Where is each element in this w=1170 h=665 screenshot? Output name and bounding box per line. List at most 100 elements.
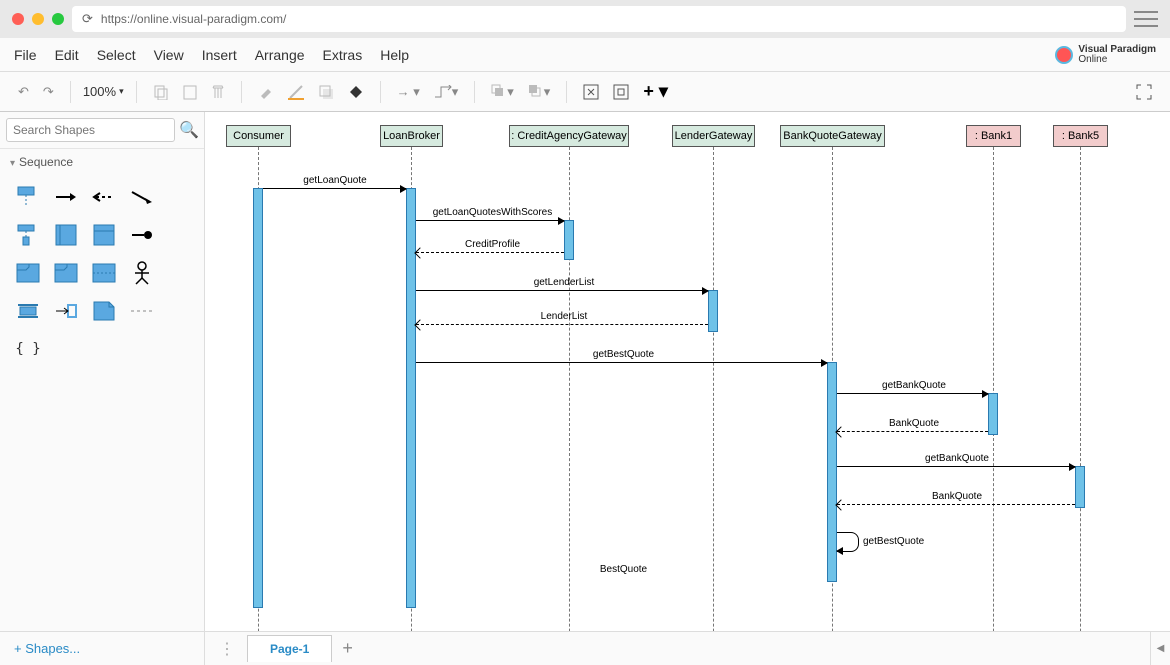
msg-label[interactable]: getLoanQuote [265,175,405,186]
style-icon[interactable] [344,82,368,102]
address-bar[interactable]: ⟳ https://online.visual-paradigm.com/ [72,6,1126,32]
msg-label[interactable]: getLenderList [420,277,708,288]
menu-extras[interactable]: Extras [323,47,363,63]
brand-logo[interactable]: Visual Paradigm Online [1055,45,1156,65]
menu-help[interactable]: Help [380,47,409,63]
msg-self-call[interactable] [837,532,859,552]
menu-bar: File Edit Select View Insert Arrange Ext… [0,38,1170,72]
fit-window-icon[interactable] [609,82,633,102]
palette-actor-icon[interactable] [126,257,158,289]
palette-lifeline-icon[interactable] [12,181,44,213]
activation-bank1[interactable] [988,393,998,435]
lifeline-bank1[interactable]: : Bank1 [966,125,1021,147]
msg-arrow[interactable] [416,324,708,325]
activation-consumer[interactable] [253,188,263,608]
msg-label[interactable]: getLoanQuotesWithScores [420,207,565,218]
drag-handle-icon[interactable]: ⋮ [213,639,241,659]
msg-arrow[interactable] [837,431,988,432]
menu-insert[interactable]: Insert [202,47,237,63]
shadow-icon[interactable] [314,82,338,102]
palette-continuation-icon[interactable] [126,295,158,327]
palette-activation-icon[interactable] [12,219,44,251]
menu-arrange[interactable]: Arrange [255,47,305,63]
palette-return-icon[interactable] [88,181,120,213]
search-input[interactable] [6,118,175,142]
redo-icon[interactable]: ↷ [39,82,58,102]
activation-bank5[interactable] [1075,466,1085,508]
connection-icon[interactable]: → ▾ [393,82,424,102]
reload-icon[interactable]: ⟳ [82,11,93,27]
menu-edit[interactable]: Edit [55,47,79,63]
msg-label[interactable]: getBestQuote [420,349,827,360]
lifeline-consumer[interactable]: Consumer [226,125,291,147]
lifeline-bank5[interactable]: : Bank5 [1053,125,1108,147]
tofront-icon[interactable]: ▾ [487,82,518,102]
copy-icon[interactable] [149,82,173,102]
msg-arrow[interactable] [416,220,564,221]
msg-label[interactable]: BestQuote [420,564,827,575]
more-shapes-button[interactable]: + Shapes... [0,641,80,656]
palette-note-icon[interactable] [88,295,120,327]
palette-frame1-icon[interactable] [50,219,82,251]
fill-color-icon[interactable] [254,82,278,102]
fit-page-icon[interactable] [579,82,603,102]
palette-ref-icon[interactable] [12,257,44,289]
msg-label[interactable]: getBankQuote [839,453,1075,464]
palette-opt-icon[interactable] [50,257,82,289]
msg-arrow[interactable] [837,504,1075,505]
msg-label[interactable]: getBankQuote [839,380,989,391]
menu-view[interactable]: View [154,47,184,63]
line-color-icon[interactable] [284,82,308,102]
palette-message-icon[interactable] [50,181,82,213]
lifeline-lender[interactable]: LenderGateway [672,125,755,147]
maximize-window-icon[interactable] [52,13,64,25]
msg-arrow[interactable] [416,362,827,363]
lifeline-bankquote[interactable]: BankQuoteGateway [780,125,885,147]
category-header-sequence[interactable]: Sequence [0,149,204,175]
zoom-select[interactable]: 100% ▾ [83,84,124,99]
undo-icon[interactable]: ↶ [14,82,33,102]
msg-arrow[interactable] [837,466,1075,467]
palette-concurrent-icon[interactable] [12,295,44,327]
palette-constraint-icon[interactable]: { } [12,333,44,365]
msg-arrow[interactable] [416,290,708,291]
minimize-window-icon[interactable] [32,13,44,25]
insert-icon[interactable]: + ▾ [639,79,672,104]
msg-label[interactable]: BankQuote [839,491,1075,502]
lifeline-credit[interactable]: : CreditAgencyGateway [509,125,629,147]
palette-found-icon[interactable] [126,181,158,213]
msg-arrow[interactable] [263,188,406,189]
separator [136,81,137,103]
msg-label[interactable]: BankQuote [839,418,989,429]
menu-select[interactable]: Select [97,47,136,63]
search-icon[interactable]: 🔍 [179,120,199,140]
menu-file[interactable]: File [14,47,37,63]
search-row: 🔍 ⋮ [0,112,204,149]
msg-arrow[interactable] [416,252,564,253]
activation-credit[interactable] [564,220,574,260]
waypoints-icon[interactable]: ▾ [430,82,463,102]
brand-badge-icon [1055,46,1073,64]
msg-label[interactable]: CreditProfile [420,239,565,250]
activation-lender[interactable] [708,290,718,332]
tab-page-1[interactable]: Page-1 [247,635,332,662]
msg-label[interactable]: LenderList [420,311,708,322]
browser-menu-icon[interactable] [1134,9,1158,29]
palette-endpoint-icon[interactable] [126,219,158,251]
paste-icon[interactable] [179,82,201,102]
palette-gate-icon[interactable] [50,295,82,327]
collapse-right-panel-icon[interactable]: ◀ [1150,632,1170,665]
lifeline-loanbroker[interactable]: LoanBroker [380,125,443,147]
palette-frame2-icon[interactable] [88,219,120,251]
separator [474,81,475,103]
msg-arrow[interactable] [837,393,988,394]
add-page-button[interactable]: + [342,638,353,659]
close-window-icon[interactable] [12,13,24,25]
msg-label[interactable]: getBestQuote [863,536,943,547]
canvas[interactable]: Consumer LoanBroker : CreditAgencyGatewa… [205,112,1170,631]
traffic-lights [12,13,64,25]
fullscreen-icon[interactable] [1132,82,1156,102]
delete-icon[interactable] [207,82,229,102]
palette-alt-icon[interactable] [88,257,120,289]
toback-icon[interactable]: ▾ [524,82,555,102]
